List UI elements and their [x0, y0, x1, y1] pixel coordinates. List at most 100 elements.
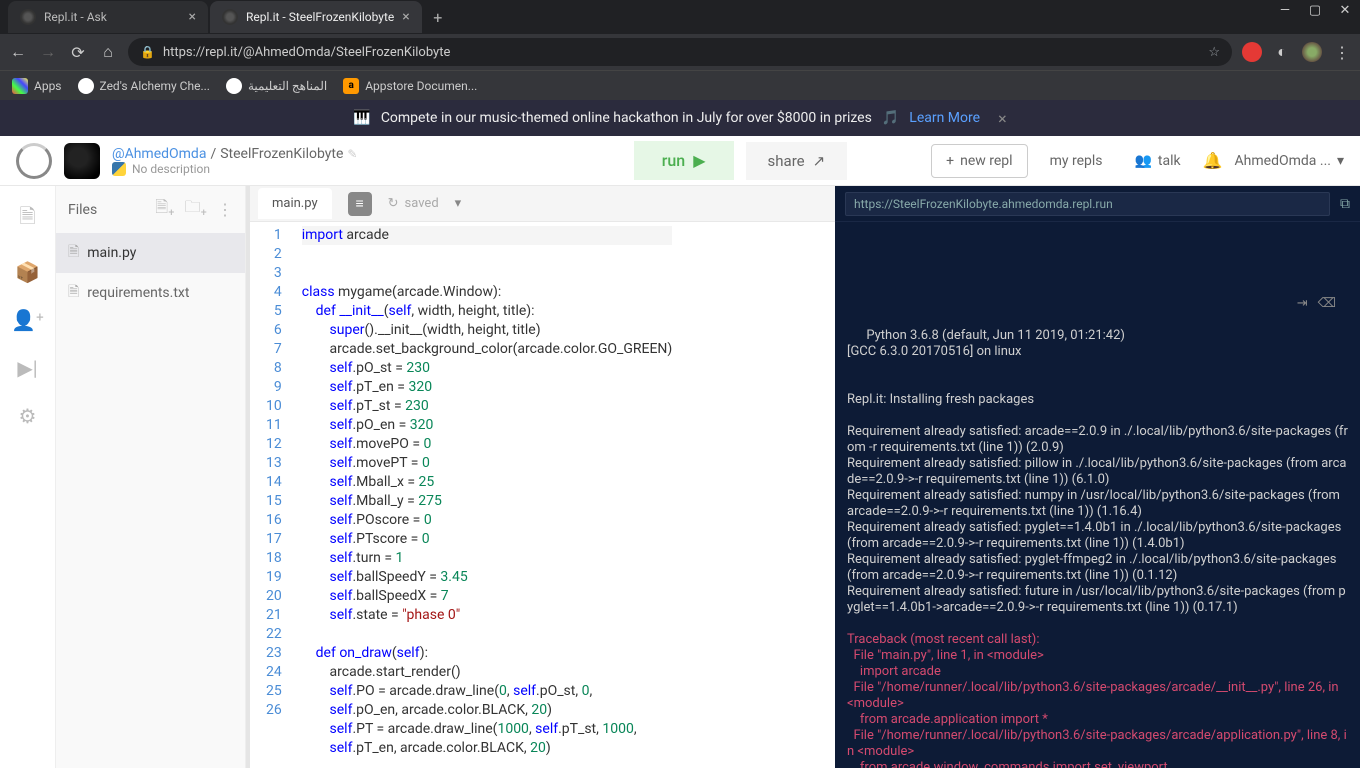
main-area: 🗎 📦 👤⁺ ▶| ⚙ Files 🗎₊ 🗀₊ ⋮ 🗎 main.py 🗎 re…	[0, 186, 1360, 768]
console-pane: https://SteelFrozenKilobyte.ahmedomda.re…	[835, 186, 1360, 768]
new-repl-button[interactable]: + new repl	[931, 144, 1027, 178]
bookmarks-bar: Apps Zed's Alchemy Che... المناهج التعلي…	[0, 70, 1360, 100]
apps-button[interactable]: Apps	[12, 78, 62, 94]
maximize-button[interactable]: ▢	[1300, 0, 1330, 20]
packages-icon[interactable]: 📦	[15, 260, 40, 284]
address-bar[interactable]: 🔒 https://repl.it/@AhmedOmda/SteelFrozen…	[128, 38, 1232, 66]
menu-icon[interactable]: ⋮	[1332, 43, 1352, 62]
share-button[interactable]: share ↗	[746, 142, 848, 180]
chevron-down-icon[interactable]: ▾	[455, 196, 462, 211]
console-output[interactable]: ⇥ ⌫ Python 3.6.8 (default, Jun 11 2019, …	[835, 222, 1360, 768]
browser-tab-1[interactable]: Repl.it - SteelFrozenKilobyte ×	[210, 1, 422, 33]
code-content[interactable]: import arcade class mygame(arcade.Window…	[292, 222, 683, 768]
talk-link[interactable]: 👥 talk	[1134, 153, 1180, 169]
address-bar-row: ← → ⟳ ⌂ 🔒 https://repl.it/@AhmedOmda/Ste…	[0, 34, 1360, 70]
console-stdout: Python 3.6.8 (default, Jun 11 2019, 01:2…	[847, 328, 1348, 615]
repl-description: No description	[132, 162, 210, 176]
file-icon: 🗎	[68, 241, 79, 265]
console-action-icon[interactable]: ⇥	[1297, 296, 1308, 312]
refresh-icon: ↻	[388, 196, 399, 211]
profile-avatar-icon[interactable]	[1302, 42, 1322, 62]
notifications-bell-icon[interactable]: 🔔	[1203, 151, 1223, 170]
file-icon: 🗎	[68, 281, 79, 305]
window-controls: — ▢ ✕	[1270, 0, 1360, 20]
debugger-icon[interactable]: ▶|	[17, 356, 37, 380]
bookmark-item[interactable]: المناهج التعليمية	[226, 78, 327, 94]
user-menu[interactable]: AhmedOmda ... ▾	[1235, 153, 1344, 169]
home-icon[interactable]: ⌂	[98, 42, 118, 62]
editor-tabs: main.py ≡ ↻ saved ▾	[250, 186, 835, 222]
run-button[interactable]: run ▶	[634, 141, 734, 180]
files-label: Files	[68, 202, 97, 218]
banner-text: Compete in our music-themed online hacka…	[381, 110, 872, 126]
chevron-down-icon: ▾	[1337, 153, 1344, 169]
music-note-icon: 🎵	[882, 110, 899, 126]
lock-icon: 🔒	[140, 45, 155, 59]
user-avatar[interactable]	[64, 143, 100, 179]
replit-favicon-icon	[20, 9, 36, 25]
amazon-icon: a	[343, 78, 359, 94]
url-text: https://repl.it/@AhmedOmda/SteelFrozenKi…	[163, 45, 450, 60]
apps-grid-icon	[12, 78, 28, 94]
tab-title: Repl.it - Ask	[44, 10, 107, 24]
bookmark-star-icon[interactable]: ☆	[1208, 45, 1220, 60]
file-item-main[interactable]: 🗎 main.py	[56, 233, 245, 273]
back-icon[interactable]: ←	[8, 42, 28, 62]
browser-chrome: — ▢ ✕ Repl.it - Ask × Repl.it - SteelFro…	[0, 0, 1360, 100]
file-tree: Files 🗎₊ 🗀₊ ⋮ 🗎 main.py 🗎 requirements.t…	[56, 186, 246, 768]
format-icon[interactable]: ≡	[348, 192, 372, 216]
replit-logo-icon[interactable]	[16, 143, 52, 179]
left-rail: 🗎 📦 👤⁺ ▶| ⚙	[0, 186, 56, 768]
repl-name: SteelFrozenKilobyte	[220, 146, 343, 162]
new-file-icon[interactable]: 🗎₊	[155, 196, 174, 223]
learn-more-link[interactable]: Learn More	[909, 110, 980, 126]
browser-tab-0[interactable]: Repl.it - Ask ×	[8, 1, 208, 33]
new-folder-icon[interactable]: 🗀₊	[185, 196, 207, 223]
code-editor[interactable]: 1234567891011121314151617181920212223242…	[250, 222, 835, 768]
edit-pencil-icon[interactable]: ✎	[347, 147, 357, 161]
more-icon[interactable]: ⋮	[217, 200, 233, 219]
share-icon: ↗	[813, 152, 826, 170]
console-clear-icon[interactable]: ⌫	[1318, 296, 1336, 312]
console-url-bar: https://SteelFrozenKilobyte.ahmedomda.re…	[835, 186, 1360, 222]
editor-pane: main.py ≡ ↻ saved ▾ 12345678910111213141…	[246, 186, 835, 768]
python-icon	[112, 162, 126, 176]
tab-title: Repl.it - SteelFrozenKilobyte	[246, 10, 394, 24]
globe-icon	[226, 78, 242, 94]
extension-icon-2[interactable]: ◐	[1272, 42, 1292, 62]
title-separator: /	[210, 146, 216, 162]
bookmark-item[interactable]: Zed's Alchemy Che...	[78, 78, 210, 94]
my-repls-link[interactable]: my repls	[1050, 153, 1103, 169]
close-icon[interactable]: ×	[189, 9, 196, 25]
replit-favicon-icon	[222, 9, 238, 25]
extension-icon[interactable]	[1242, 42, 1262, 62]
minimize-button[interactable]: —	[1270, 0, 1300, 20]
close-window-button[interactable]: ✕	[1330, 0, 1360, 20]
plus-icon: +	[946, 153, 954, 169]
repl-header: @AhmedOmda/SteelFrozenKilobyte ✎ No desc…	[0, 136, 1360, 186]
username-link[interactable]: @AhmedOmda	[112, 146, 206, 162]
saved-indicator: ↻ saved	[388, 196, 439, 211]
bookmark-item[interactable]: a Appstore Documen...	[343, 78, 477, 94]
file-item-requirements[interactable]: 🗎 requirements.txt	[56, 273, 245, 313]
line-gutter: 1234567891011121314151617181920212223242…	[250, 222, 292, 768]
hackathon-banner: 🎹 Compete in our music-themed online hac…	[0, 100, 1360, 136]
close-banner-icon[interactable]: ×	[998, 109, 1007, 128]
settings-gear-icon[interactable]: ⚙	[19, 404, 37, 428]
files-header: Files 🗎₊ 🗀₊ ⋮	[56, 186, 245, 233]
globe-icon	[78, 78, 94, 94]
browser-tabs: Repl.it - Ask × Repl.it - SteelFrozenKil…	[0, 0, 1360, 34]
reload-icon[interactable]: ⟳	[68, 43, 88, 62]
editor-tab-main[interactable]: main.py	[258, 188, 332, 219]
open-external-icon[interactable]: ⧉	[1340, 196, 1350, 212]
close-icon[interactable]: ×	[402, 9, 409, 25]
piano-icon: 🎹	[353, 110, 370, 126]
multiplayer-icon[interactable]: 👤⁺	[11, 308, 44, 332]
repl-url-input[interactable]: https://SteelFrozenKilobyte.ahmedomda.re…	[845, 192, 1330, 216]
files-icon[interactable]: 🗎	[19, 202, 35, 236]
console-stderr: Traceback (most recent call last): File …	[847, 632, 1347, 768]
new-tab-button[interactable]: +	[424, 3, 452, 31]
play-icon: ▶	[693, 151, 705, 170]
people-icon: 👥	[1134, 153, 1151, 169]
forward-icon[interactable]: →	[38, 42, 58, 62]
